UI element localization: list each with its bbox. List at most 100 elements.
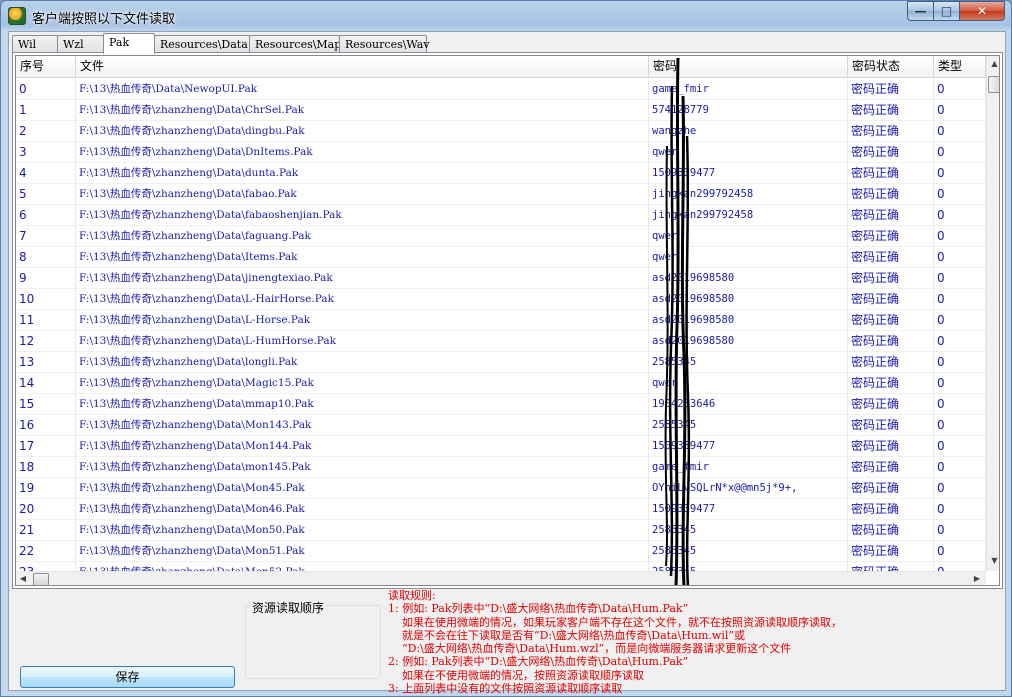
tab-resources-map[interactable]: Resources\Map (249, 35, 341, 53)
rule-line: 2: 例如: Pak列表中“D:\盛大网络\热血传奇\Data\Hum.Pak” (388, 655, 689, 669)
table-row[interactable]: 22 F:\13\热血传奇\zhanzheng\Data\Mon51.Pak 258… (16, 541, 986, 562)
horizontal-scrollbar[interactable]: ◀ ▶ (16, 571, 986, 585)
cell-index: 18 (16, 457, 76, 478)
title-bar[interactable]: 客户端按照以下文件读取 — □ ✕ (1, 1, 1011, 31)
cell-password-status: 密码正确 (848, 142, 934, 163)
cell-password-status: 密码正确 (848, 331, 934, 352)
cell-password: 574128779 (649, 100, 848, 121)
scroll-right-arrow-icon[interactable]: ▶ (972, 574, 982, 584)
cell-password-status: 密码正确 (848, 100, 934, 121)
column-header-password[interactable]: 密码 (649, 56, 848, 78)
resource-order-box[interactable] (245, 605, 381, 679)
cell-password-status: 密码正确 (848, 79, 934, 100)
cell-password-status: 密码正确 (848, 415, 934, 436)
list-body: 0 F:\13\热血传奇\Data\NewopUI.Pak game_fmir 密码正… (16, 79, 986, 573)
cell-file: F:\13\热血传奇\zhanzheng\Data\mmap10.Pak (76, 394, 649, 415)
table-row[interactable]: 1 F:\13\热血传奇\zhanzheng\Data\ChrSel.Pak 574… (16, 100, 986, 121)
horizontal-scroll-thumb[interactable] (33, 573, 49, 585)
column-header-index[interactable]: 序号 (16, 56, 76, 78)
table-row[interactable]: 7 F:\13\热血传奇\zhanzheng\Data\faguang.Pak qw… (16, 226, 986, 247)
cell-type: 0 (934, 100, 986, 121)
cell-index: 19 (16, 478, 76, 499)
table-row[interactable]: 15 F:\13\热血传奇\zhanzheng\Data\mmap10.Pak 19… (16, 394, 986, 415)
table-row[interactable]: 10 F:\13\热血传奇\zhanzheng\Data\L-HairHorse.… (16, 289, 986, 310)
cell-index: 10 (16, 289, 76, 310)
cell-file: F:\13\热血传奇\zhanzheng\Data\jinengtexiao.P… (76, 268, 649, 289)
app-logo-icon (8, 7, 26, 25)
scroll-down-arrow-icon[interactable]: ▼ (987, 556, 999, 566)
cell-password: qwer (649, 142, 848, 163)
table-row[interactable]: 18 F:\13\热血传奇\zhanzheng\Data\mon145.Pak ga… (16, 457, 986, 478)
table-row[interactable]: 3 F:\13\热血传奇\zhanzheng\Data\DnItems.Pak qw… (16, 142, 986, 163)
tab-resources-data[interactable]: Resources\Data (154, 35, 250, 53)
table-row[interactable]: 14 F:\13\热血传奇\zhanzheng\Data\Magic15.Pak q… (16, 373, 986, 394)
cell-file: F:\13\热血传奇\zhanzheng\Data\Mon51.Pak (76, 541, 649, 562)
tab-resources-wav[interactable]: Resources\Wav (339, 35, 430, 53)
table-row[interactable]: 2 F:\13\热血传奇\zhanzheng\Data\dingbu.Pak wan… (16, 121, 986, 142)
cell-file: F:\13\热血传奇\zhanzheng\Data\Mon46.Pak (76, 499, 649, 520)
cell-file: F:\13\热血传奇\zhanzheng\Data\Mon50.Pak (76, 520, 649, 541)
cell-password-status: 密码正确 (848, 394, 934, 415)
table-row[interactable]: 16 F:\13\热血传奇\zhanzheng\Data\Mon143.Pak 25… (16, 415, 986, 436)
cell-type: 0 (934, 457, 986, 478)
save-button[interactable]: 保存 (20, 666, 235, 688)
scroll-up-arrow-icon[interactable]: ▲ (987, 59, 999, 69)
cell-password-status: 密码正确 (848, 499, 934, 520)
rule-line: 就是不会在往下读取是否有“D:\盛大网络\热血传奇\Data\Hum.wil”或 (388, 628, 745, 642)
tab-pak[interactable]: Pak (103, 33, 155, 54)
cell-type: 0 (934, 79, 986, 100)
tab-wzl[interactable]: Wzl (57, 35, 104, 53)
vertical-scrollbar[interactable]: ▲ ▼ (986, 56, 999, 571)
maximize-button[interactable]: □ (933, 1, 960, 21)
cell-file: F:\13\热血传奇\zhanzheng\Data\fabaoshenjian.… (76, 205, 649, 226)
vertical-scroll-thumb[interactable] (988, 76, 999, 93)
cell-index: 16 (16, 415, 76, 436)
cell-password: 2585345 (649, 541, 848, 562)
table-row[interactable]: 13 F:\13\热血传奇\zhanzheng\Data\longli.Pak 25… (16, 352, 986, 373)
list-header: 序号 文件 密码 密码状态 类型 (16, 56, 986, 78)
cell-file: F:\13\热血传奇\zhanzheng\Data\L-Horse.Pak (76, 310, 649, 331)
rule-line: “D:\盛大网络\热血传奇\Data\Hum.wzl”，而是向微端服务器请求更新… (388, 642, 792, 656)
cell-index: 0 (16, 79, 76, 100)
table-row[interactable]: 20 F:\13\热血传奇\zhanzheng\Data\Mon46.Pak 150… (16, 499, 986, 520)
table-row[interactable]: 4 F:\13\热血传奇\zhanzheng\Data\dunta.Pak 1509… (16, 163, 986, 184)
table-row[interactable]: 9 F:\13\热血传奇\zhanzheng\Data\jinengtexiao.… (16, 268, 986, 289)
scroll-left-arrow-icon[interactable]: ◀ (18, 574, 28, 584)
column-header-type[interactable]: 类型 (934, 56, 986, 78)
table-row[interactable]: 0 F:\13\热血传奇\Data\NewopUI.Pak game_fmir 密码正… (16, 79, 986, 100)
minimize-button[interactable]: — (907, 1, 934, 21)
cell-password: asd2019698580 (649, 310, 848, 331)
tab-strip: Wil Wzl Pak Resources\Data Resources\Map… (12, 33, 430, 54)
cell-password-status: 密码正确 (848, 352, 934, 373)
cell-password-status: 密码正确 (848, 205, 934, 226)
table-row[interactable]: 8 F:\13\热血传奇\zhanzheng\Data\Items.Pak qwer… (16, 247, 986, 268)
cell-file: F:\13\热血传奇\zhanzheng\Data\DnItems.Pak (76, 142, 649, 163)
tab-wil[interactable]: Wil (12, 35, 58, 53)
table-row[interactable]: 21 F:\13\热血传奇\zhanzheng\Data\Mon50.Pak 258… (16, 520, 986, 541)
column-header-password-status[interactable]: 密码状态 (848, 56, 934, 78)
cell-index: 12 (16, 331, 76, 352)
table-row[interactable]: 17 F:\13\热血传奇\zhanzheng\Data\Mon144.Pak 15… (16, 436, 986, 457)
cell-type: 0 (934, 394, 986, 415)
cell-password-status: 密码正确 (848, 541, 934, 562)
cell-file: F:\13\热血传奇\zhanzheng\Data\longli.Pak (76, 352, 649, 373)
table-row[interactable]: 12 F:\13\热血传奇\zhanzheng\Data\L-HumHorse.P… (16, 331, 986, 352)
close-button[interactable]: ✕ (959, 1, 1005, 21)
cell-type: 0 (934, 499, 986, 520)
column-header-file[interactable]: 文件 (76, 56, 649, 78)
pak-file-list[interactable]: 序号 文件 密码 密码状态 类型 0 F:\13\热血传奇\Data\NewopU… (15, 55, 1000, 586)
table-row[interactable]: 19 F:\13\热血传奇\zhanzheng\Data\Mon45.Pak OYh… (16, 478, 986, 499)
window-title: 客户端按照以下文件读取 (32, 12, 176, 27)
cell-index: 4 (16, 163, 76, 184)
cell-password-status: 密码正确 (848, 268, 934, 289)
cell-file: F:\13\热血传奇\zhanzheng\Data\Mon143.Pak (76, 415, 649, 436)
table-row[interactable]: 5 F:\13\热血传奇\zhanzheng\Data\fabao.Pak jing… (16, 184, 986, 205)
cell-password-status: 密码正确 (848, 436, 934, 457)
cell-type: 0 (934, 436, 986, 457)
cell-file: F:\13\热血传奇\zhanzheng\Data\faguang.Pak (76, 226, 649, 247)
cell-index: 9 (16, 268, 76, 289)
resource-order-label: 资源读取顺序 (250, 599, 327, 616)
cell-file: F:\13\热血传奇\zhanzheng\Data\ChrSel.Pak (76, 100, 649, 121)
table-row[interactable]: 11 F:\13\热血传奇\zhanzheng\Data\L-Horse.Pak a… (16, 310, 986, 331)
table-row[interactable]: 6 F:\13\热血传奇\zhanzheng\Data\fabaoshenjian… (16, 205, 986, 226)
